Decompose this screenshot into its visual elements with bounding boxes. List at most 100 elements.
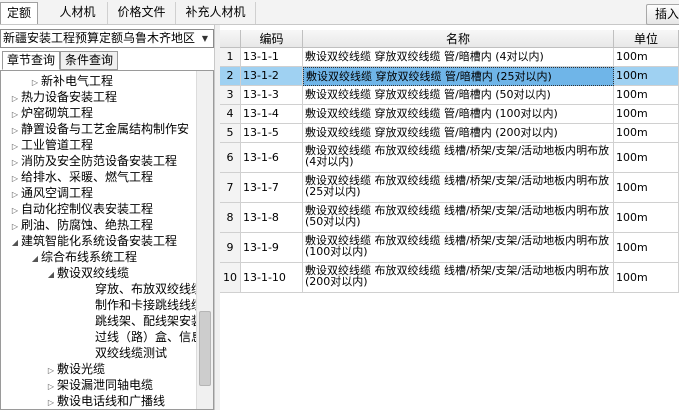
row-name: 敷设双绞线缆 布放双绞线缆 线槽/桥架/支架/活动地板内明布放 (50对以内) — [303, 203, 614, 233]
tab-price-file[interactable]: 价格文件 — [108, 2, 176, 24]
tab-supplementary-lmm[interactable]: 补充人材机 — [176, 2, 256, 24]
tree-item-label: 工业管道工程 — [21, 138, 94, 152]
top-tab-bar: 定额 人材机 价格文件 补充人材机 插入 — [0, 0, 679, 25]
tree-item-label: 炉窑砌筑工程 — [21, 106, 94, 120]
tree-item[interactable]: ◢ 综合布线系统工程 — [29, 249, 137, 265]
tree-item[interactable]: 跳线架、配线架安装 — [83, 313, 203, 329]
tree-item-label: 热力设备安装工程 — [21, 90, 118, 104]
table-row[interactable]: 6 13-1-6 敷设双绞线缆 布放双绞线缆 线槽/桥架/支架/活动地板内明布放 (… — [220, 143, 679, 173]
tab-labor-material-machine[interactable]: 人材机 — [48, 2, 108, 24]
row-index: 1 — [220, 48, 241, 67]
table-row[interactable]: 7 13-1-7 敷设双绞线缆 布放双绞线缆 线槽/桥架/支架/活动地板内明布放 (… — [220, 173, 679, 203]
tree-item[interactable]: ▷ 敷设光缆 — [45, 361, 105, 377]
tree-item[interactable]: ▷ 消防及安全防范设备安装工程 — [9, 153, 177, 169]
row-unit: 100m — [614, 233, 679, 263]
row-unit: 100m — [614, 86, 679, 105]
region-select[interactable]: 新疆安装工程预算定额乌鲁木齐地区 ▼ — [0, 29, 214, 48]
chevron-down-icon[interactable]: ▼ — [197, 30, 213, 47]
region-select-value: 新疆安装工程预算定额乌鲁木齐地区 — [3, 31, 196, 45]
tree-item[interactable]: ▷ 新补电气工程 — [29, 73, 113, 89]
tree-item[interactable]: ▷ 给排水、采暖、燃气工程 — [9, 169, 153, 185]
tree-item[interactable]: ▷ 热力设备安装工程 — [9, 89, 117, 105]
tree-item[interactable]: 制作和卡接跳线线缆 — [83, 297, 203, 313]
table-row[interactable]: 8 13-1-8 敷设双绞线缆 布放双绞线缆 线槽/桥架/支架/活动地板内明布放 (… — [220, 203, 679, 233]
tree-item-label: 过线（路）盒、信息 — [95, 330, 204, 344]
tree-item[interactable]: 双绞线缆测试 — [83, 345, 167, 361]
row-index: 3 — [220, 86, 241, 105]
tab-condition-query[interactable]: 条件查询 — [60, 51, 118, 70]
tree-expand-icon[interactable]: ▷ — [45, 395, 57, 409]
row-name: 敷设双绞线缆 穿放双绞线缆 管/暗槽内 (25对以内) — [303, 67, 614, 86]
tree-item[interactable]: ▷ 静置设备与工艺金属结构制作安 — [9, 121, 189, 137]
tree-item-label: 架设漏泄同轴电缆 — [57, 378, 154, 392]
row-code: 13-1-10 — [241, 263, 303, 293]
row-name: 敷设双绞线缆 布放双绞线缆 线槽/桥架/支架/活动地板内明布放 (25对以内) — [303, 173, 614, 203]
tree-item[interactable]: ▷ 炉窑砌筑工程 — [9, 105, 93, 121]
tab-chapter-query[interactable]: 章节查询 — [2, 51, 60, 70]
row-index: 10 — [220, 263, 241, 293]
grid-header-name[interactable]: 名称 — [303, 30, 614, 48]
tree-item[interactable]: ▷ 通风空调工程 — [9, 185, 93, 201]
tree-item-label: 建筑智能化系统设备安装工程 — [21, 234, 178, 248]
row-code: 13-1-6 — [241, 143, 303, 173]
tree-item-label: 制作和卡接跳线线缆 — [95, 298, 204, 312]
tree-item-label: 给排水、采暖、燃气工程 — [21, 170, 154, 184]
tree-item-label: 敷设双绞线缆 — [57, 266, 130, 280]
table-row[interactable]: 1 13-1-1 敷设双绞线缆 穿放双绞线缆 管/暗槽内 (4对以内) 100m — [220, 48, 679, 67]
tree-item[interactable]: 过线（路）盒、信息 — [83, 329, 203, 345]
grid-header-code[interactable]: 编码 — [241, 30, 303, 48]
row-name: 敷设双绞线缆 布放双绞线缆 线槽/桥架/支架/活动地板内明布放 (200对以内) — [303, 263, 614, 293]
tree-item-label: 新补电气工程 — [41, 74, 114, 88]
tree-item[interactable]: ▷ 工业管道工程 — [9, 137, 93, 153]
chapter-tree: ▷ 新补电气工程 ▷ 热力设备安装工程 ▷ 炉窑砌筑工程 ▷ 静置设备与工艺金属结构制作安 ▷ 工… — [0, 70, 214, 410]
tab-quota[interactable]: 定额 — [0, 2, 38, 24]
row-code: 13-1-4 — [241, 105, 303, 124]
tree-item-label: 通风空调工程 — [21, 186, 94, 200]
row-unit: 100m — [614, 173, 679, 203]
tree-collapse-icon[interactable]: ◢ — [45, 267, 57, 283]
row-code: 13-1-5 — [241, 124, 303, 143]
row-index: 5 — [220, 124, 241, 143]
row-code: 13-1-2 — [241, 67, 303, 86]
quota-grid: 编码 名称 单位 1 13-1-1 敷设双绞线缆 穿放双绞线缆 管/暗槽内 (4对以… — [220, 30, 679, 410]
row-code: 13-1-9 — [241, 233, 303, 263]
tree-item[interactable]: ◢ 敷设双绞线缆 — [45, 265, 129, 281]
tree-item-label: 双绞线缆测试 — [95, 346, 168, 360]
tree-item-label: 静置设备与工艺金属结构制作安 — [21, 122, 190, 136]
table-row[interactable]: 4 13-1-4 敷设双绞线缆 穿放双绞线缆 管/暗槽内 (100对以内) 100m — [220, 105, 679, 124]
row-code: 13-1-3 — [241, 86, 303, 105]
tree-item[interactable]: ▷ 架设漏泄同轴电缆 — [45, 377, 153, 393]
tree-item[interactable]: ◢ 建筑智能化系统设备安装工程 — [9, 233, 177, 249]
row-index: 9 — [220, 233, 241, 263]
tree-item-label: 消防及安全防范设备安装工程 — [21, 154, 178, 168]
tree-item[interactable]: 穿放、布放双绞线缆 — [83, 281, 203, 297]
grid-header-index — [220, 30, 241, 48]
tree-item[interactable]: ▷ 敷设电话线和广播线 — [45, 393, 165, 409]
tree-item-label: 敷设光缆 — [57, 362, 106, 376]
tree-item-label: 穿放、布放双绞线缆 — [95, 282, 204, 296]
tree-scrollbar[interactable] — [196, 71, 213, 409]
row-index: 8 — [220, 203, 241, 233]
table-row[interactable]: 3 13-1-3 敷设双绞线缆 穿放双绞线缆 管/暗槽内 (50对以内) 100m — [220, 86, 679, 105]
scrollbar-thumb[interactable] — [199, 311, 211, 386]
tree-collapse-icon[interactable]: ◢ — [9, 235, 21, 251]
tree-item[interactable]: ▷ 自动化控制仪表安装工程 — [9, 201, 153, 217]
table-row[interactable]: 10 13-1-10 敷设双绞线缆 布放双绞线缆 线槽/桥架/支架/活动地板内明布放… — [220, 263, 679, 293]
row-code: 13-1-1 — [241, 48, 303, 67]
tree-item-label: 刷油、防腐蚀、绝热工程 — [21, 218, 154, 232]
tree-item-label: 跳线架、配线架安装 — [95, 314, 204, 328]
insert-button[interactable]: 插入 — [646, 4, 679, 25]
tree-item[interactable]: ▷ 刷油、防腐蚀、绝热工程 — [9, 217, 153, 233]
row-unit: 100m — [614, 124, 679, 143]
table-row[interactable]: 9 13-1-9 敷设双绞线缆 布放双绞线缆 线槽/桥架/支架/活动地板内明布放 (… — [220, 233, 679, 263]
tree-collapse-icon[interactable]: ◢ — [29, 251, 41, 267]
row-index: 6 — [220, 143, 241, 173]
table-row[interactable]: 2 13-1-2 敷设双绞线缆 穿放双绞线缆 管/暗槽内 (25对以内) 100m — [220, 67, 679, 86]
row-index: 4 — [220, 105, 241, 124]
grid-header-unit[interactable]: 单位 — [614, 30, 679, 48]
row-name: 敷设双绞线缆 布放双绞线缆 线槽/桥架/支架/活动地板内明布放 (100对以内) — [303, 233, 614, 263]
table-row[interactable]: 5 13-1-5 敷设双绞线缆 穿放双绞线缆 管/暗槽内 (200对以内) 100m — [220, 124, 679, 143]
row-unit: 100m — [614, 48, 679, 67]
row-unit: 100m — [614, 67, 679, 86]
row-name: 敷设双绞线缆 穿放双绞线缆 管/暗槽内 (200对以内) — [303, 124, 614, 143]
